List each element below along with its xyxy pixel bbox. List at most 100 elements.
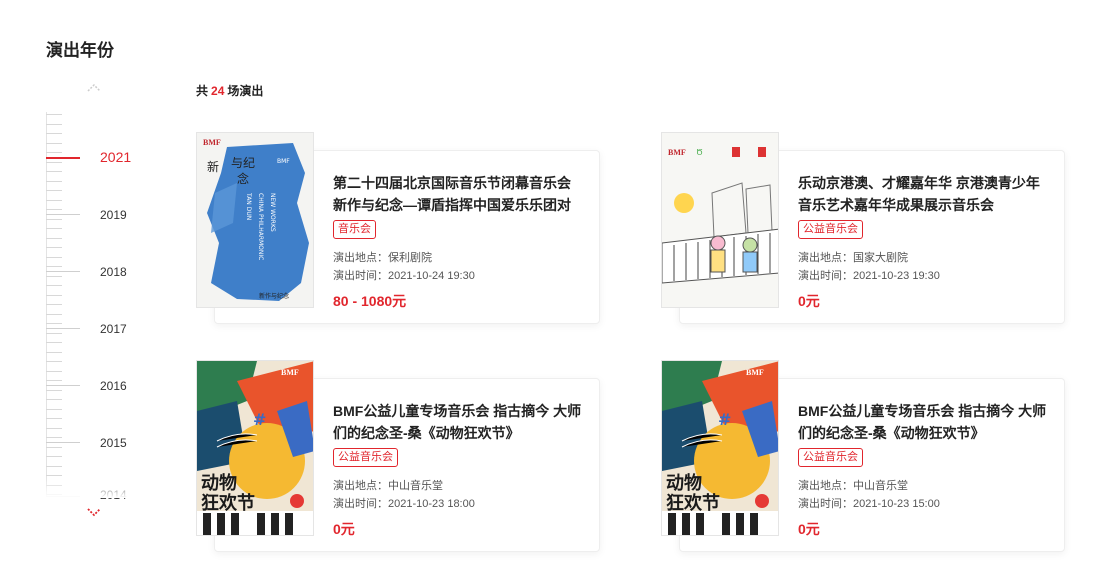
- time-value: 2021-10-24 19:30: [388, 270, 475, 282]
- svg-text:CHINA PHILHARMONIC: CHINA PHILHARMONIC: [257, 193, 264, 260]
- poster-image[interactable]: BMF Ծ: [661, 132, 779, 308]
- venue-label: 演出地点：: [798, 480, 853, 492]
- show-card[interactable]: # BMF 动物 狂欢节 BMF公益儿童专场音乐会 指古摘今 大师们的纪念圣-桑…: [661, 360, 1065, 552]
- chevron-down-icon[interactable]: [86, 506, 102, 518]
- chevron-up-icon[interactable]: [86, 82, 102, 94]
- svg-text:动物: 动物: [666, 472, 702, 494]
- show-card[interactable]: BMF Ծ 乐动京港澳、才耀嘉年华 京港澳青少年音乐艺术嘉年华成果展示音乐会 公…: [661, 132, 1065, 324]
- time-value: 2021-10-23 19:30: [853, 270, 940, 282]
- show-count: 共 24 场演出: [196, 82, 263, 99]
- venue-value: 中山音乐堂: [388, 480, 443, 492]
- show-card[interactable]: # BMF 动物 狂欢节 BMF公益儿童专场音乐会 指古摘今 大师们的纪念圣-桑…: [196, 360, 600, 552]
- timeline-tick: [46, 190, 62, 191]
- blue-poster-art: BMF BMF NEW WORKS CHINA PHILHARMONIC TAN…: [197, 133, 313, 307]
- count-prefix: 共: [196, 84, 209, 98]
- venue-label: 演出地点：: [333, 480, 388, 492]
- svg-text:#: #: [253, 410, 266, 429]
- category-tag: 音乐会: [333, 220, 376, 239]
- timeline-tick: [46, 456, 62, 457]
- timeline-major-tick: [46, 442, 80, 443]
- timeline-tick: [46, 162, 62, 163]
- timeline-tick: [46, 342, 62, 343]
- time-label: 演出时间：: [798, 270, 853, 282]
- timeline-tick: [46, 266, 62, 267]
- category-tag: 公益音乐会: [333, 448, 398, 467]
- time-label: 演出时间：: [798, 498, 853, 510]
- year-2016[interactable]: 2016: [100, 379, 127, 393]
- timeline-tick: [46, 380, 62, 381]
- year-timeline: 2021 2019 2018 2017 2016 2015 2014: [46, 82, 146, 522]
- svg-text:#: #: [718, 410, 731, 429]
- venue-value: 国家大剧院: [853, 252, 908, 264]
- venue-label: 演出地点：: [798, 252, 853, 264]
- svg-text:与纪: 与纪: [231, 156, 255, 170]
- card-info: BMF公益儿童专场音乐会 指古摘今 大师们的纪念圣-桑《动物狂欢节》 公益音乐会…: [798, 400, 1048, 539]
- show-title[interactable]: 第二十四届北京国际音乐节闭幕音乐会 新作与纪念—谭盾指挥中国爱乐乐团对话…: [333, 172, 583, 216]
- timeline-tick: [46, 285, 62, 286]
- section-title: 演出年份: [46, 41, 114, 60]
- timeline-tick: [46, 323, 62, 324]
- show-meta: 演出地点：中山音乐堂 演出时间：2021-10-23 18:00: [333, 477, 583, 513]
- count-number: 24: [211, 84, 225, 98]
- timeline-tick: [46, 447, 62, 448]
- svg-text:BMF: BMF: [277, 158, 290, 165]
- venue-value: 保利剧院: [388, 252, 432, 264]
- svg-text:NEW WORKS: NEW WORKS: [269, 193, 276, 232]
- timeline-tick: [46, 466, 62, 467]
- show-title[interactable]: BMF公益儿童专场音乐会 指古摘今 大师们的纪念圣-桑《动物狂欢节》: [798, 400, 1048, 444]
- timeline-tick: [46, 114, 62, 115]
- timeline-tick: [46, 209, 62, 210]
- timeline-tick: [46, 133, 62, 134]
- timeline-tick: [46, 247, 62, 248]
- show-meta: 演出地点：保利剧院 演出时间：2021-10-24 19:30: [333, 249, 583, 285]
- svg-text:Ծ: Ծ: [696, 148, 703, 157]
- timeline-tick: [46, 475, 62, 476]
- show-title[interactable]: 乐动京港澳、才耀嘉年华 京港澳青少年音乐艺术嘉年华成果展示音乐会: [798, 172, 1048, 216]
- timeline-tick: [46, 238, 62, 239]
- animal-poster-art: # BMF 动物 狂欢节: [197, 361, 313, 535]
- year-2018[interactable]: 2018: [100, 265, 127, 279]
- price: 0元: [798, 521, 820, 537]
- time-value: 2021-10-23 18:00: [388, 498, 475, 510]
- timeline-active-marker: [46, 157, 80, 159]
- timeline-tick: [46, 152, 62, 153]
- year-2015[interactable]: 2015: [100, 436, 127, 450]
- timeline-tick: [46, 124, 62, 125]
- timeline-tick: [46, 257, 62, 258]
- timeline-tick: [46, 437, 62, 438]
- timeline-major-tick: [46, 214, 80, 215]
- timeline-tick: [46, 409, 62, 410]
- poster-image[interactable]: BMF BMF NEW WORKS CHINA PHILHARMONIC TAN…: [196, 132, 314, 308]
- timeline-major-tick: [46, 385, 80, 386]
- timeline-tick: [46, 181, 62, 182]
- svg-text:狂欢节: 狂欢节: [201, 493, 255, 514]
- timeline-tick: [46, 200, 62, 201]
- svg-text:BMF: BMF: [281, 368, 299, 377]
- year-2017[interactable]: 2017: [100, 322, 127, 336]
- timeline-tick: [46, 428, 62, 429]
- sketch-poster-art: BMF Ծ: [662, 133, 778, 307]
- poster-image[interactable]: # BMF 动物 狂欢节: [196, 360, 314, 536]
- show-meta: 演出地点：中山音乐堂 演出时间：2021-10-23 15:00: [798, 477, 1048, 513]
- poster-image[interactable]: # BMF 动物 狂欢节: [661, 360, 779, 536]
- price: 0元: [798, 293, 820, 309]
- svg-text:念: 念: [237, 171, 249, 186]
- card-info: 第二十四届北京国际音乐节闭幕音乐会 新作与纪念—谭盾指挥中国爱乐乐团对话… 音乐…: [333, 172, 583, 311]
- year-2021[interactable]: 2021: [100, 149, 131, 165]
- show-card[interactable]: BMF BMF NEW WORKS CHINA PHILHARMONIC TAN…: [196, 132, 600, 324]
- timeline-major-tick: [46, 271, 80, 272]
- timeline-major-tick: [46, 328, 80, 329]
- venue-value: 中山音乐堂: [853, 480, 908, 492]
- timeline-tick: [46, 333, 62, 334]
- price: 0元: [333, 521, 355, 537]
- year-2019[interactable]: 2019: [100, 208, 127, 222]
- timeline-tick: [46, 418, 62, 419]
- time-value: 2021-10-23 15:00: [853, 498, 940, 510]
- svg-text:BMF: BMF: [668, 148, 686, 157]
- count-suffix: 场演出: [227, 84, 264, 98]
- show-title[interactable]: BMF公益儿童专场音乐会 指古摘今 大师们的纪念圣-桑《动物狂欢节》: [333, 400, 583, 444]
- timeline-tick: [46, 143, 62, 144]
- time-label: 演出时间：: [333, 498, 388, 510]
- svg-text:BMF: BMF: [203, 138, 221, 147]
- timeline-tick: [46, 314, 62, 315]
